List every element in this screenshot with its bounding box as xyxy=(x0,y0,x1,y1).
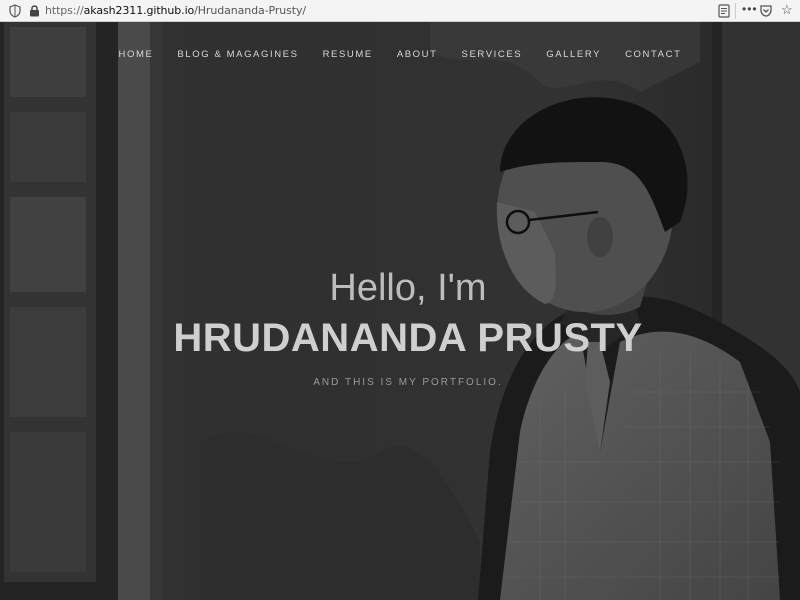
nav-resume[interactable]: RESUME xyxy=(311,48,385,62)
toolbar-divider xyxy=(735,3,736,19)
address-field[interactable]: https://akash2311.github.io/Hrudananda-P… xyxy=(45,4,306,17)
nav-blog-magagines[interactable]: BLOG & MAGAGINES xyxy=(165,48,310,62)
hero-section: HOME BLOG & MAGAGINES RESUME ABOUT SERVI… xyxy=(0,22,800,600)
bookmark-star-icon[interactable]: ☆ xyxy=(781,3,793,16)
nav-home[interactable]: HOME xyxy=(107,48,166,62)
pocket-icon[interactable] xyxy=(760,4,772,17)
hero-name: HRUDANANDA PRUSTY xyxy=(173,316,643,360)
hero-background-photo xyxy=(0,22,800,600)
nav-contact[interactable]: CONTACT xyxy=(613,48,693,62)
url-host: akash2311.github.io xyxy=(83,4,195,17)
hero-tagline: AND THIS IS MY PORTFOLIO. xyxy=(313,377,503,388)
url-scheme: https:// xyxy=(45,4,84,17)
url-path: /Hrudananda-Prusty/ xyxy=(194,4,307,17)
nav-services[interactable]: SERVICES xyxy=(450,48,535,62)
more-menu-icon[interactable]: ••• xyxy=(742,2,758,16)
shield-icon[interactable] xyxy=(9,4,21,18)
lock-icon[interactable] xyxy=(29,4,40,17)
browser-url-bar: https://akash2311.github.io/Hrudananda-P… xyxy=(0,0,800,22)
main-navigation: HOME BLOG & MAGAGINES RESUME ABOUT SERVI… xyxy=(0,48,800,62)
reader-view-icon[interactable] xyxy=(718,4,730,18)
nav-about[interactable]: ABOUT xyxy=(385,48,450,62)
nav-gallery[interactable]: GALLERY xyxy=(534,48,613,62)
hero-greeting: Hello, I'm xyxy=(329,267,487,309)
